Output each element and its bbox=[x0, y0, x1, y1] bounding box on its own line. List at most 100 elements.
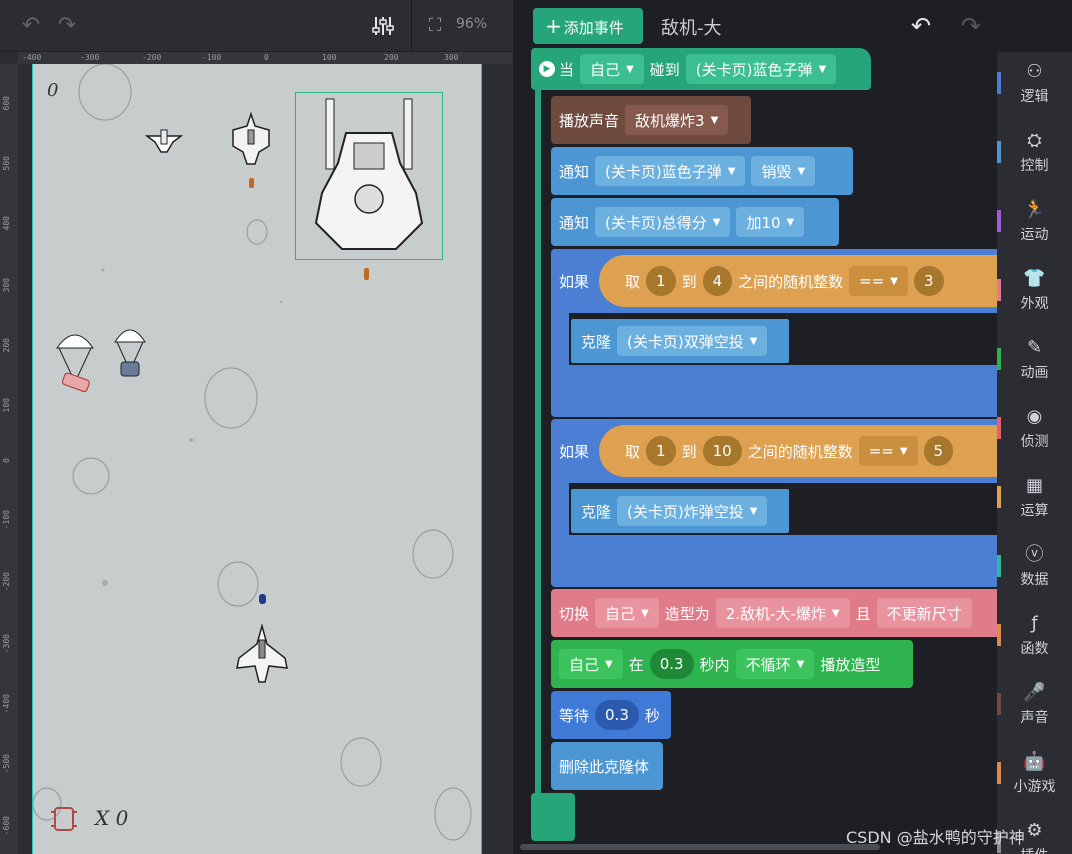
notify-target-dropdown[interactable]: (关卡页)蓝色子弹 ▼ bbox=[595, 156, 746, 186]
small-enemy-plane-icon[interactable] bbox=[145, 128, 183, 154]
score-display: 0 bbox=[47, 80, 59, 101]
play-sound-block[interactable]: 播放声音 敌机爆炸3 ▼ bbox=[551, 96, 751, 144]
target-value: (关卡页)蓝色子弹 bbox=[695, 60, 813, 79]
operator-dropdown[interactable]: == ▼ bbox=[858, 436, 918, 466]
ruler-horizontal: -400 -300 -200 -100 0 100 200 300 bbox=[18, 52, 512, 64]
event-hat-block[interactable]: ▶ 当 自己 ▼ 碰到 (关卡页)蓝色子弹 ▼ bbox=[531, 48, 871, 90]
notify-label: 通知 bbox=[559, 162, 590, 181]
compare-value-input[interactable]: 5 bbox=[923, 436, 954, 466]
stage-toolbar: ↶ ↷ ⛶ 96% bbox=[0, 0, 512, 52]
delete-clone-label: 删除此克隆体 bbox=[559, 757, 650, 776]
condition-block[interactable]: 取 1 到 10 之间的随机整数 == ▼ 5 bbox=[599, 425, 997, 477]
notify-message-dropdown[interactable]: 加10 ▼ bbox=[736, 207, 805, 237]
sidebar-category[interactable]: ⓥ 数据 bbox=[997, 535, 1072, 604]
redo-icon[interactable]: ↷ bbox=[961, 12, 981, 40]
sidebar-category[interactable]: ▦ 运算 bbox=[997, 466, 1072, 535]
clone-target-dropdown[interactable]: (关卡页)炸弹空投 ▼ bbox=[617, 496, 768, 526]
category-color-bar bbox=[997, 210, 1001, 232]
sidebar-category[interactable]: ✎ 动画 bbox=[997, 328, 1072, 397]
code-horizontal-scrollbar[interactable] bbox=[520, 844, 880, 850]
condition-block[interactable]: 取 1 到 4 之间的随机整数 == ▼ 3 bbox=[599, 255, 997, 307]
ruler-tick: 200 bbox=[2, 338, 11, 353]
sidebar-category[interactable]: 👕 外观 bbox=[997, 259, 1072, 328]
wait-block[interactable]: 等待 0.3 秒 bbox=[551, 691, 671, 739]
code-panel: + 添加事件 敌机-大 ↶ ↷ ▶ 当 自己 ▼ 碰到 (关卡页)蓝色子弹 ▼ 播放声… bbox=[512, 0, 997, 854]
logic-icon: ⚇ bbox=[1026, 61, 1043, 82]
play-animation-block[interactable]: 自己 ▼ 在 0.3 秒内 不循环 ▼ 播放造型 bbox=[551, 640, 913, 688]
loop-dropdown[interactable]: 不循环 ▼ bbox=[735, 649, 815, 679]
notify-block[interactable]: 通知 (关卡页)总得分 ▼ 加10 ▼ bbox=[551, 198, 839, 246]
add-event-button[interactable]: + 添加事件 bbox=[533, 8, 643, 44]
ruler-tick: 100 bbox=[322, 53, 337, 62]
medium-enemy-plane-icon[interactable] bbox=[229, 112, 273, 168]
costume-dropdown[interactable]: 2.敌机-大-爆炸 ▼ bbox=[715, 598, 850, 628]
sidebar-category[interactable]: 🎤 声音 bbox=[997, 673, 1072, 742]
undo-icon[interactable]: ↶ bbox=[911, 12, 931, 40]
sidebar-category[interactable]: ⚇ 逻辑 bbox=[997, 52, 1072, 121]
if-block[interactable]: 如果 取 1 到 10 之间的随机整数 == ▼ 5 克隆 (关卡页)炸弹空投 ▼ bbox=[551, 419, 997, 587]
clone-target-dropdown[interactable]: (关卡页)双弹空投 ▼ bbox=[617, 326, 768, 356]
zoom-level[interactable]: 96% bbox=[456, 16, 487, 32]
random-max-input[interactable]: 4 bbox=[702, 266, 733, 296]
bomb-airdrop-icon[interactable] bbox=[55, 330, 95, 394]
notify-message-dropdown[interactable]: 销毁 ▼ bbox=[751, 156, 816, 186]
ruler-tick: -600 bbox=[2, 816, 11, 836]
random-min-input[interactable]: 1 bbox=[646, 436, 676, 466]
clone-block[interactable]: 克隆 (关卡页)炸弹空投 ▼ bbox=[569, 487, 791, 535]
sidebar-category[interactable]: 🏃 运动 bbox=[997, 190, 1072, 259]
redo-icon[interactable]: ↷ bbox=[54, 13, 80, 39]
compare-value-input[interactable]: 3 bbox=[914, 266, 944, 296]
touch-label: 碰到 bbox=[649, 60, 680, 79]
ruler-tick: 300 bbox=[2, 278, 11, 293]
costume-value: 2.敌机-大-爆炸 bbox=[725, 604, 826, 623]
if-block[interactable]: 如果 取 1 到 4 之间的随机整数 == ▼ 3 克隆 (关卡页)双弹空投 ▼ bbox=[551, 249, 997, 417]
wait-seconds-input[interactable]: 0.3 bbox=[595, 700, 639, 730]
sidebar-category[interactable]: ⛭ 控制 bbox=[997, 121, 1072, 190]
category-label: 小游戏 bbox=[1013, 779, 1056, 795]
sidebar-category[interactable]: ƒ 函数 bbox=[997, 604, 1072, 673]
operator-icon: ▦ bbox=[1025, 475, 1043, 496]
delete-clone-block[interactable]: 删除此克隆体 bbox=[551, 742, 663, 790]
notify-target-dropdown[interactable]: (关卡页)总得分 ▼ bbox=[595, 207, 731, 237]
clone-label: 克隆 bbox=[581, 502, 612, 521]
ruler-tick: -300 bbox=[2, 634, 11, 654]
double-bullet-airdrop-icon[interactable] bbox=[113, 326, 147, 382]
clone-target-value: (关卡页)双弹空投 bbox=[627, 332, 744, 351]
sidebar-category[interactable]: 🤖 小游戏 bbox=[997, 742, 1072, 811]
dropdown-arrow-icon: ▼ bbox=[818, 63, 827, 75]
ruler-tick: -200 bbox=[142, 53, 162, 62]
random-max-input[interactable]: 10 bbox=[702, 436, 742, 466]
clone-block[interactable]: 克隆 (关卡页)双弹空投 ▼ bbox=[569, 317, 791, 365]
category-color-bar bbox=[997, 555, 1001, 577]
switch-label: 切换 bbox=[559, 604, 590, 623]
undo-icon[interactable]: ↶ bbox=[18, 13, 44, 39]
operator-dropdown[interactable]: == ▼ bbox=[849, 266, 908, 296]
target-dropdown[interactable]: (关卡页)蓝色子弹 ▼ bbox=[685, 54, 837, 84]
lives-count: X 0 bbox=[95, 806, 129, 830]
player-plane-icon[interactable] bbox=[233, 624, 291, 688]
category-color-bar bbox=[997, 762, 1001, 784]
duration-input[interactable]: 0.3 bbox=[649, 649, 694, 679]
animate-self-dropdown[interactable]: 自己 ▼ bbox=[559, 649, 623, 679]
minigame-icon: 🤖 bbox=[1023, 751, 1046, 772]
clone-label: 克隆 bbox=[581, 332, 612, 351]
if-body-slot: 克隆 (关卡页)双弹空投 ▼ bbox=[569, 313, 997, 365]
random-min-input[interactable]: 1 bbox=[646, 266, 676, 296]
switch-self-dropdown[interactable]: 自己 ▼ bbox=[595, 598, 659, 628]
sound-dropdown[interactable]: 敌机爆炸3 ▼ bbox=[625, 105, 729, 135]
notify-block[interactable]: 通知 (关卡页)蓝色子弹 ▼ 销毁 ▼ bbox=[551, 147, 853, 195]
category-color-bar bbox=[997, 417, 1001, 439]
sliders-icon[interactable] bbox=[370, 13, 396, 39]
stage-canvas[interactable]: 0 X 0 bbox=[32, 64, 482, 854]
self-dropdown[interactable]: 自己 ▼ bbox=[580, 54, 644, 84]
category-color-bar bbox=[997, 486, 1001, 508]
ruler-tick: 0 bbox=[264, 53, 269, 62]
resize-option-dropdown[interactable]: 不更新尺寸 bbox=[876, 598, 972, 628]
switch-costume-block[interactable]: 切换 自己 ▼ 造型为 2.敌机-大-爆炸 ▼ 且 不更新尺寸 bbox=[551, 589, 997, 637]
blue-bullet bbox=[259, 594, 266, 604]
sidebar-category[interactable]: ◉ 侦测 bbox=[997, 397, 1072, 466]
ruler-tick: -100 bbox=[2, 510, 11, 530]
function-icon: ƒ bbox=[1031, 613, 1038, 634]
fit-screen-icon[interactable]: ⛶ bbox=[422, 13, 448, 39]
boss-selection-box[interactable] bbox=[295, 92, 443, 260]
